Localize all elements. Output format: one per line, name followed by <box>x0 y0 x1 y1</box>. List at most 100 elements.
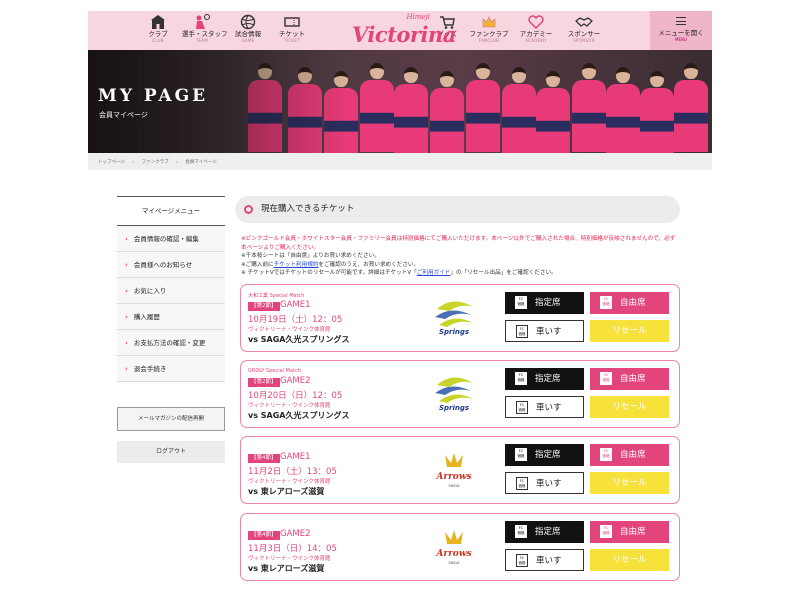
opponent-name: vs 東レアローズ滋賀 <box>248 564 325 573</box>
resale-button[interactable]: リセール <box>590 396 669 418</box>
sidebar-item-label: 退会手続き <box>133 365 167 373</box>
wheelchair-seat-button[interactable]: FC 価格 車いす <box>505 472 584 494</box>
circle-icon <box>244 205 253 214</box>
nav-item-academy[interactable]: アカデミー ACADEMY <box>516 11 556 50</box>
fc-badge-bottom: 価格 <box>518 561 526 565</box>
match-date: 11月2日（土）13：05 <box>248 467 337 477</box>
logout-button[interactable]: ログアウト <box>117 441 225 463</box>
game-label: GAME2 <box>280 529 311 539</box>
fc-badge-top: FC <box>518 526 524 530</box>
sidebar-item[interactable]: › 購入履歴 <box>117 304 225 330</box>
nav-en-label: SPONSOR <box>573 38 595 43</box>
player-figure <box>606 67 640 153</box>
round-badge: 【第2節】 <box>248 378 280 387</box>
free-seat-label: 自由席 <box>620 527 646 537</box>
svg-text:Springs: Springs <box>439 404 469 412</box>
free-seat-button[interactable]: FC 価格 自由席 <box>590 292 669 314</box>
nav-item-club[interactable]: クラブ CLUB <box>138 11 178 50</box>
reserved-seat-button[interactable]: FC 価格 指定席 <box>505 444 584 466</box>
player-figure <box>502 67 536 153</box>
sidebar-item[interactable]: › 退会手続き <box>117 356 225 382</box>
ticket-card: GROLY Special Match 【第2節】 GAME2 10月20日（日）12… <box>240 360 680 428</box>
sidebar-heading: マイページメニュー <box>117 196 225 226</box>
resale-button[interactable]: リセール <box>590 320 669 342</box>
resale-button[interactable]: リセール <box>590 549 669 571</box>
player-figure <box>536 71 570 153</box>
free-seat-button[interactable]: FC 価格 自由席 <box>590 521 669 543</box>
nav-item-team[interactable]: 選手・スタッフ TEAM <box>182 11 228 50</box>
fc-badge-bottom: 価格 <box>602 302 610 306</box>
logo-victorina-text: Victorina <box>352 22 456 47</box>
reserved-seat-button[interactable]: FC 価格 指定席 <box>505 521 584 543</box>
menu-open-button[interactable]: メニューを開く MENU <box>650 11 712 50</box>
match-date: 10月19日（土）12：05 <box>248 315 343 325</box>
hamburger-icon <box>676 17 686 25</box>
resale-label: リセール <box>612 402 647 412</box>
fc-price-badge: FC 価格 <box>516 477 528 490</box>
nav-item-ticket[interactable]: チケット TICKET <box>272 11 312 50</box>
wheelchair-seat-label: 車いす <box>536 327 562 337</box>
free-seat-label: 自由席 <box>620 298 646 308</box>
resale-button[interactable]: リセール <box>590 472 669 494</box>
match-date: 11月3日（日）14：05 <box>248 544 337 554</box>
fc-price-badge: FC 価格 <box>515 448 527 461</box>
reserved-seat-button[interactable]: FC 価格 指定席 <box>505 368 584 390</box>
nav-en-label: ACADEMY <box>525 38 547 43</box>
nav-en-label: TICKET <box>284 38 300 43</box>
fc-badge-bottom: 価格 <box>602 531 610 535</box>
wheelchair-seat-button[interactable]: FC 価格 車いす <box>505 396 584 418</box>
free-seat-button[interactable]: FC 価格 自由席 <box>590 444 669 466</box>
fc-price-badge: FC 価格 <box>516 554 528 567</box>
main-content: 現在購入できるチケット ※ピンクゴールド会員・ホワイトスター会員・ファミリー会員… <box>235 196 680 581</box>
mail-magazine-resume-button[interactable]: メールマガジンの配信再開 <box>117 407 225 431</box>
fc-badge-top: FC <box>603 297 609 301</box>
heart-icon <box>527 14 545 30</box>
ticket-card: 【第4節】 GAME1 11月2日（土）13：05 ヴィクトリーナ・ウインク体育館 vs… <box>240 436 680 504</box>
match-venue: ヴィクトリーナ・ウインク体育館 <box>248 556 331 562</box>
victorina-logo[interactable]: Himeji Victorina <box>348 13 456 47</box>
sidebar-item-label: お気に入り <box>133 287 167 295</box>
nav-item-game[interactable]: 試合情報 GAME <box>228 11 268 50</box>
note-senbonzakura: ※千本桜シートは「自由席」よりお買い求めください。 <box>241 253 380 260</box>
note-resale-post: 」の「リセール出品」をご確認ください。 <box>450 270 557 277</box>
opponent-logo: Arrows SHIGA <box>431 449 477 491</box>
breadcrumb-fanclub[interactable]: ファンクラブ <box>142 160 169 165</box>
fc-badge-top: FC <box>519 556 525 560</box>
nav-item-sponsor[interactable]: スポンサー SPONSOR <box>564 11 604 50</box>
round-badge: 【第4節】 <box>248 454 280 463</box>
ticket-terms-link[interactable]: チケット利用規約 <box>274 262 319 268</box>
fc-badge-top: FC <box>603 526 609 530</box>
page-title: MY PAGE <box>98 86 209 106</box>
fc-badge-top: FC <box>518 297 524 301</box>
game-label: GAME1 <box>280 300 311 310</box>
usage-guide-link[interactable]: ご利用ガイド <box>417 270 451 276</box>
volleyball-player-icon <box>193 14 211 30</box>
chevron-right-icon: › <box>125 261 128 269</box>
nav-item-fanclub[interactable]: ファンクラブ FANCLUB <box>469 11 509 50</box>
free-seat-button[interactable]: FC 価格 自由席 <box>590 368 669 390</box>
match-venue: ヴィクトリーナ・ウインク体育館 <box>248 479 331 485</box>
sidebar-item-label: 会員情報の確認・編集 <box>133 235 199 243</box>
svg-text:SHIGA: SHIGA <box>449 561 461 565</box>
reserved-seat-button[interactable]: FC 価格 指定席 <box>505 292 584 314</box>
breadcrumb-sep-icon: › <box>176 160 178 165</box>
chevron-right-icon: › <box>125 287 128 295</box>
sidebar-item[interactable]: › お支払方法の確認・変更 <box>117 330 225 356</box>
breadcrumb-top[interactable]: トップページ <box>98 160 125 165</box>
wheelchair-seat-button[interactable]: FC 価格 車いす <box>505 549 584 571</box>
breadcrumb-current: 会員マイページ <box>185 160 217 165</box>
fc-badge-top: FC <box>519 403 525 407</box>
fc-badge-bottom: 価格 <box>517 531 525 535</box>
wheelchair-seat-button[interactable]: FC 価格 車いす <box>505 320 584 342</box>
sidebar-item[interactable]: › 会員情報の確認・編集 <box>117 226 225 252</box>
round-badge: 【第4節】 <box>248 531 280 540</box>
crown-icon <box>480 14 498 30</box>
fc-badge-top: FC <box>519 327 525 331</box>
note-terms-post: をご確認のうえ、お買い求めください。 <box>318 261 420 268</box>
resale-label: リセール <box>612 555 647 565</box>
fc-badge-bottom: 価格 <box>517 302 525 306</box>
sidebar-item[interactable]: › お気に入り <box>117 278 225 304</box>
sidebar-item[interactable]: › 会員様へのお知らせ <box>117 252 225 278</box>
opponent-name: vs SAGA久光スプリングス <box>248 335 350 344</box>
nav-label: 試合情報 <box>235 30 261 38</box>
